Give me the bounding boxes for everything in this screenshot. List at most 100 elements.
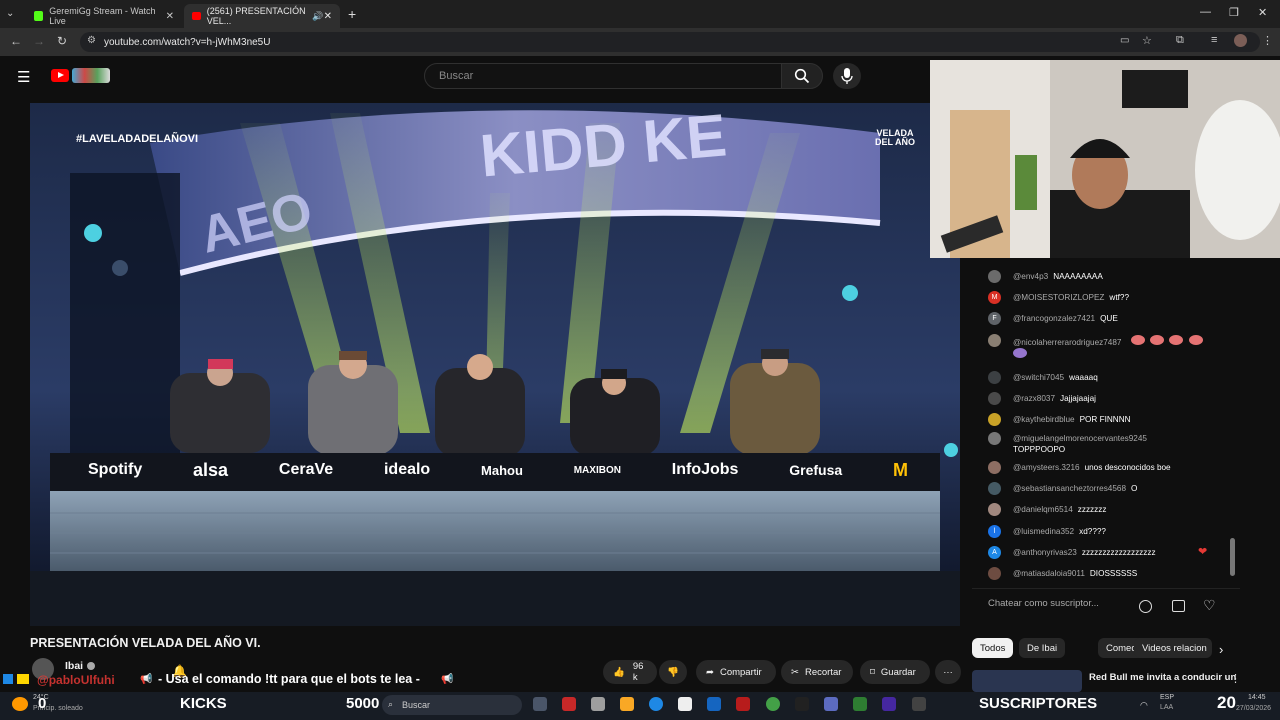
doodle-logo[interactable]	[72, 68, 110, 83]
avatar[interactable]	[988, 334, 1001, 347]
chip-de-ibai[interactable]: De Ibai	[1019, 638, 1066, 658]
avatar[interactable]	[988, 371, 1001, 384]
emoji-icon[interactable]	[1139, 600, 1152, 613]
store-icon[interactable]	[678, 697, 692, 711]
chat-author[interactable]: @miguelangelmorenocervantes9245	[1013, 434, 1147, 443]
chat-text: TOPPPOOPO	[1013, 445, 1066, 454]
avatar[interactable]: l	[988, 525, 1001, 538]
chat-author[interactable]: @env4p3	[1013, 272, 1048, 281]
app-icon[interactable]	[882, 697, 896, 711]
minimize-icon[interactable]: —	[1200, 6, 1211, 18]
new-tab-button[interactable]: +	[348, 6, 356, 22]
chat-author[interactable]: @kaythebirdblue	[1013, 415, 1075, 424]
kebab-icon[interactable]: ⋮	[1230, 672, 1241, 685]
language[interactable]: ESP	[1160, 694, 1174, 701]
search-icon: ⌕	[388, 699, 394, 709]
clock-date[interactable]: 27/03/2026	[1236, 705, 1271, 712]
voice-search-button[interactable]	[833, 63, 861, 89]
hamburger-icon[interactable]: ☰	[17, 68, 30, 86]
profile-avatar[interactable]	[1234, 34, 1247, 47]
epic-games-icon[interactable]	[795, 697, 809, 711]
edge-icon[interactable]	[649, 697, 663, 711]
maximize-icon[interactable]: ❐	[1229, 6, 1239, 19]
kicks-label: KICKS	[180, 695, 227, 712]
chat-text: wtf??	[1109, 293, 1129, 302]
chat-scrollbar[interactable]	[1230, 538, 1235, 576]
chat-author[interactable]: @francogonzalez7421	[1013, 314, 1095, 323]
wifi-icon[interactable]: ◠	[1140, 700, 1148, 711]
share-button[interactable]: ➦ Compartir	[696, 660, 776, 684]
like-button[interactable]: 👍 96 k	[603, 660, 657, 684]
weather-icon[interactable]	[12, 697, 28, 711]
cast-icon[interactable]: ▭	[1120, 35, 1129, 46]
chrome-icon[interactable]	[766, 697, 780, 711]
chat-author[interactable]: @luismedina352	[1013, 527, 1074, 536]
close-icon[interactable]: ✕	[324, 11, 332, 22]
forward-icon[interactable]: →	[33, 34, 45, 48]
chat-author[interactable]: @anthonyrivas23	[1013, 548, 1077, 557]
chat-author[interactable]: @switchi7045	[1013, 373, 1064, 382]
super-chat-icon[interactable]	[1172, 600, 1185, 612]
chat-author[interactable]: @matiasdaloia9011	[1013, 569, 1085, 578]
suggested-title[interactable]: Red Bull me invita a conducir un	[1089, 672, 1236, 683]
chat-author[interactable]: @razx8037	[1013, 394, 1055, 403]
reload-icon[interactable]: ↻	[57, 34, 67, 48]
avatar[interactable]	[988, 392, 1001, 405]
avatar[interactable]	[988, 567, 1001, 580]
chat-author[interactable]: @amysteers.3216	[1013, 463, 1080, 472]
dislike-button[interactable]: 👎	[659, 660, 687, 684]
chip-videos-relacionados[interactable]: Videos relacion	[1134, 638, 1212, 658]
back-icon[interactable]: ←	[10, 34, 22, 48]
taskbar-search[interactable]: ⌕ Buscar	[382, 695, 522, 715]
youtube-logo[interactable]	[51, 69, 69, 82]
address-bar[interactable]: ⚙ youtube.com/watch?v=h-jWhM3ne5U	[80, 32, 1260, 52]
avatar[interactable]	[988, 482, 1001, 495]
bookmark-star-icon[interactable]: ☆	[1142, 34, 1152, 47]
search-input[interactable]: Buscar	[424, 63, 782, 89]
file-explorer-icon[interactable]	[620, 697, 634, 711]
chat-author[interactable]: @nicolaherrerarodriguez7487	[1013, 338, 1121, 347]
close-icon[interactable]: ✕	[166, 11, 174, 22]
suggested-thumbnail[interactable]	[972, 670, 1082, 692]
channel-name[interactable]: Ibai	[65, 660, 83, 672]
heart-outline-icon[interactable]: ♡	[1203, 597, 1216, 614]
extensions-icon[interactable]: ⧉	[1176, 34, 1184, 47]
tab-youtube[interactable]: (2561) PRESENTACIÓN VEL... 🔊 ✕	[184, 4, 340, 28]
chevron-right-icon[interactable]: ›	[1219, 642, 1223, 657]
more-actions-button[interactable]: ···	[935, 660, 961, 684]
chat-author[interactable]: @MOISESTORIZLOPEZ	[1013, 293, 1104, 302]
chat-author[interactable]: @sebastiansancheztorres4568	[1013, 484, 1126, 493]
chip-all[interactable]: Todos	[972, 638, 1014, 658]
app-icon[interactable]	[562, 697, 576, 711]
site-info-icon[interactable]: ⚙	[87, 35, 96, 46]
avatar[interactable]	[988, 432, 1001, 445]
app-icon[interactable]	[853, 697, 867, 711]
tab-list-icon[interactable]: ⌄	[6, 8, 14, 19]
avatar[interactable]	[988, 270, 1001, 283]
avatar[interactable]	[988, 503, 1001, 516]
app-icon[interactable]	[591, 697, 605, 711]
avatar[interactable]: F	[988, 312, 1001, 325]
app-icon[interactable]	[824, 697, 838, 711]
media-icon[interactable]: ≡	[1211, 34, 1217, 46]
chat-author[interactable]: @danielqm6514	[1013, 505, 1073, 514]
clock-time[interactable]: 14:45	[1248, 694, 1266, 701]
avatar[interactable]	[988, 461, 1001, 474]
save-button[interactable]: ⌑ Guardar	[860, 660, 930, 684]
video-player[interactable]: #LAVELADADELAÑOVI KIDD KE AEO VELADA DEL…	[30, 103, 960, 626]
app-icon[interactable]	[736, 697, 750, 711]
avatar[interactable]	[988, 413, 1001, 426]
mail-icon[interactable]	[707, 697, 721, 711]
video-title: PRESENTACIÓN VELADA DEL AÑO VI.	[30, 636, 261, 650]
clip-button[interactable]: ✂ Recortar	[781, 660, 853, 684]
tab-geremigg[interactable]: GeremiGg Stream - Watch Live ✕	[26, 4, 182, 28]
close-window-icon[interactable]: ✕	[1258, 6, 1267, 19]
app-icon[interactable]	[912, 697, 926, 711]
search-button[interactable]	[781, 63, 823, 89]
avatar[interactable]: M	[988, 291, 1001, 304]
menu-icon[interactable]: ⋮	[1262, 34, 1273, 47]
avatar[interactable]: A	[988, 546, 1001, 559]
chat-input[interactable]: Chatear como suscriptor...	[988, 598, 1132, 616]
task-view-icon[interactable]	[533, 697, 547, 711]
speaker-icon[interactable]: 🔊	[312, 11, 323, 22]
